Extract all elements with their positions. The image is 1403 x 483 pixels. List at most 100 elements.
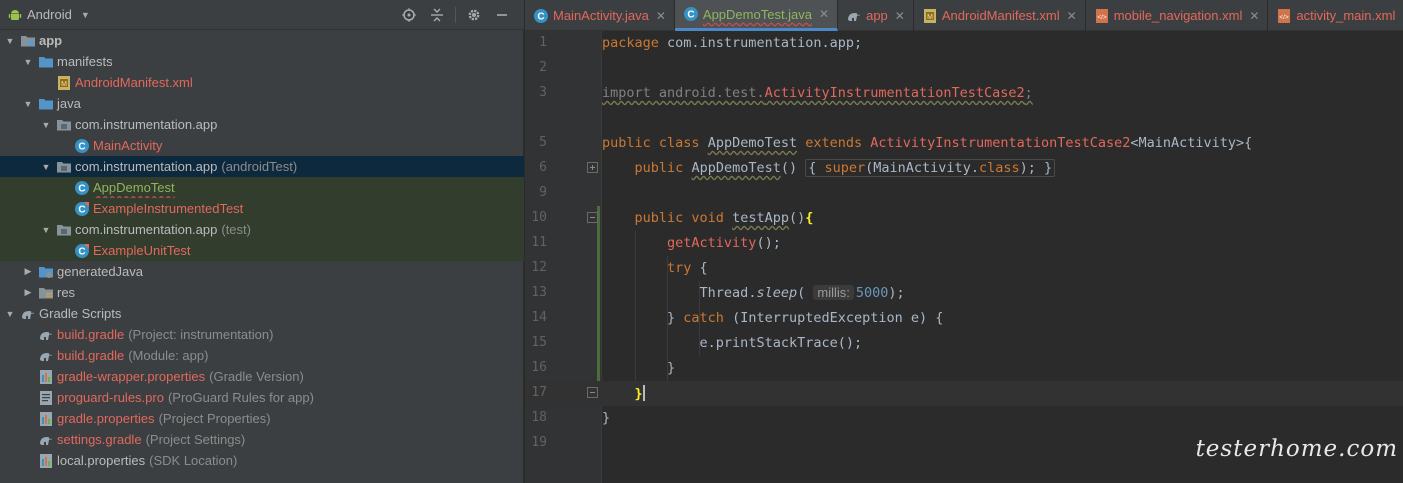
minimize-icon[interactable] <box>488 0 516 30</box>
code-line: 2 <box>525 56 1403 81</box>
tree-item[interactable]: ▼ Gradle Scripts <box>0 303 524 324</box>
fold-expand-icon[interactable] <box>587 162 598 173</box>
line-number: 9 <box>539 185 547 200</box>
editor-tab-label: mobile_navigation.xml <box>1113 8 1243 23</box>
tree-item[interactable]: ▶CExampleInstrumentedTest <box>0 198 524 219</box>
close-icon[interactable]: ✕ <box>656 9 666 23</box>
code-line: 11 getActivity(); <box>525 231 1403 256</box>
fold-collapse-icon[interactable] <box>587 212 598 223</box>
code-editor[interactable]: 1 package com.instrumentation.app; 2 3 i… <box>525 31 1403 483</box>
tree-item-label: com.instrumentation.app <box>75 159 218 174</box>
editor-tab[interactable]: M AndroidManifest.xml ✕ <box>914 0 1086 31</box>
tree-item-label: proguard-rules.pro <box>57 390 164 405</box>
module-folder-icon <box>20 33 36 49</box>
tree-item[interactable]: ▶CExampleUnitTest <box>0 240 524 261</box>
tree-item[interactable]: ▼ com.instrumentation.app <box>0 114 524 135</box>
project-tree: ▼ app ▼ manifests ▶ M AndroidManifest.xml ▼ java… <box>0 30 524 471</box>
code-line: 5 public class AppDemoTest extends Activ… <box>525 131 1403 156</box>
editor-tab[interactable]: app ✕ <box>838 0 914 31</box>
editor-tab[interactable]: C MainActivity.java ✕ <box>525 0 675 31</box>
code-line: 3 import android.test.ActivityInstrument… <box>525 81 1403 106</box>
fold-collapse-icon[interactable] <box>587 387 598 398</box>
close-icon[interactable]: ✕ <box>895 9 905 23</box>
tree-item[interactable]: ▶ res <box>0 282 524 303</box>
tree-item[interactable]: ▼ com.instrumentation.app (androidTest) <box>0 156 524 177</box>
folded-code-block[interactable]: { super(MainActivity.class); } <box>805 159 1056 177</box>
line-number: 6 <box>539 160 547 175</box>
gradle-icon <box>38 348 54 364</box>
close-icon[interactable]: ✕ <box>819 7 829 21</box>
gradle-icon <box>38 327 54 343</box>
chevron-down-icon[interactable]: ▼ <box>81 10 90 20</box>
editor-tab[interactable]: C AppDemoTest.java ✕ <box>674 0 839 31</box>
code-text: } <box>667 360 676 376</box>
tree-item[interactable]: ▶CMainActivity <box>0 135 524 156</box>
chevron-down-icon[interactable]: ▼ <box>40 120 52 130</box>
keyword: import <box>602 85 651 101</box>
tree-item-label: ExampleInstrumentedTest <box>93 201 244 216</box>
keyword: public void <box>634 210 724 226</box>
editor-tab[interactable]: </>activity_main.xml✕ <box>1268 0 1403 31</box>
chevron-down-icon[interactable]: ▼ <box>4 309 16 319</box>
project-view-selector[interactable]: Android <box>27 7 72 22</box>
close-icon[interactable]: ✕ <box>1067 9 1077 23</box>
editor-tab[interactable]: </> mobile_navigation.xml ✕ <box>1086 0 1269 31</box>
tree-item[interactable]: ▶CAppDemoTest <box>0 177 524 198</box>
chevron-right-icon[interactable]: ▶ <box>22 266 34 277</box>
code-line: 13 Thread.sleep( millis: 5000); <box>525 281 1403 306</box>
tree-item-label: Gradle Scripts <box>39 306 122 321</box>
tree-item-label: local.properties <box>57 453 146 468</box>
chevron-down-icon[interactable]: ▼ <box>22 99 34 109</box>
crosshair-icon[interactable] <box>395 0 423 30</box>
class-icon: C <box>683 6 699 22</box>
code-text: ; <box>1024 85 1033 101</box>
xml-file-icon: </> <box>1094 8 1110 24</box>
tree-item[interactable]: ▶build.gradle(Project: instrumentation) <box>0 324 524 345</box>
tree-item[interactable]: ▶gradle-wrapper.properties(Gradle Versio… <box>0 366 524 387</box>
code-text: (MainActivity. <box>865 160 979 176</box>
parameter-hint: millis: <box>813 285 854 300</box>
editor-tab-bar: C MainActivity.java ✕ C AppDemoTest.java ✕ app… <box>525 0 1403 31</box>
chevron-down-icon[interactable]: ▼ <box>4 36 16 46</box>
tree-item[interactable]: ▶ generatedJava <box>0 261 524 282</box>
gear-icon[interactable] <box>460 0 488 30</box>
tree-item[interactable]: ▶build.gradle(Module: app) <box>0 345 524 366</box>
method-call: sleep <box>756 285 798 301</box>
line-number: 1 <box>539 35 547 50</box>
tree-item-hint: (Module: app) <box>128 348 209 363</box>
tree-item[interactable]: ▼ app <box>0 30 524 51</box>
keyword: class <box>978 160 1020 176</box>
tree-item[interactable]: ▶proguard-rules.pro(ProGuard Rules for a… <box>0 387 524 408</box>
tree-item[interactable]: ▶gradle.properties(Project Properties) <box>0 408 524 429</box>
line-number: 16 <box>531 360 547 375</box>
tree-item-hint: (Project: instrumentation) <box>128 327 274 342</box>
xml-file-icon: </> <box>1276 8 1292 24</box>
editor-tab-label: MainActivity.java <box>553 8 649 23</box>
line-number: 13 <box>531 285 547 300</box>
tree-item[interactable]: ▼ manifests <box>0 51 524 72</box>
chevron-down-icon[interactable]: ▼ <box>40 225 52 235</box>
tree-item[interactable]: ▶MAndroidManifest.xml <box>0 72 524 93</box>
class-icon: C <box>74 138 90 154</box>
line-number: 15 <box>531 335 547 350</box>
tree-item[interactable]: ▼ java <box>0 93 524 114</box>
test-class-icon: C <box>74 201 90 217</box>
keyword: try <box>667 260 692 276</box>
chevron-down-icon[interactable]: ▼ <box>40 162 52 172</box>
code-line: 12 try { <box>525 256 1403 281</box>
res-folder-icon <box>38 285 54 301</box>
chevron-down-icon[interactable]: ▼ <box>22 57 34 67</box>
tree-item[interactable]: ▶settings.gradle(Project Settings) <box>0 429 524 450</box>
tree-item-label: manifests <box>57 54 113 69</box>
tree-item[interactable]: ▶local.properties(SDK Location) <box>0 450 524 471</box>
line-number: 11 <box>531 235 547 250</box>
code-line: 9 <box>525 181 1403 206</box>
tree-item-label: AndroidManifest.xml <box>75 75 193 90</box>
collapse-icon[interactable] <box>423 0 451 30</box>
close-icon[interactable]: ✕ <box>1249 9 1259 23</box>
chevron-right-icon[interactable]: ▶ <box>22 287 34 298</box>
keyword: catch <box>683 310 724 326</box>
tree-item[interactable]: ▼ com.instrumentation.app (test) <box>0 219 524 240</box>
line-number: 17 <box>531 385 547 400</box>
keyword: public class <box>602 135 700 151</box>
